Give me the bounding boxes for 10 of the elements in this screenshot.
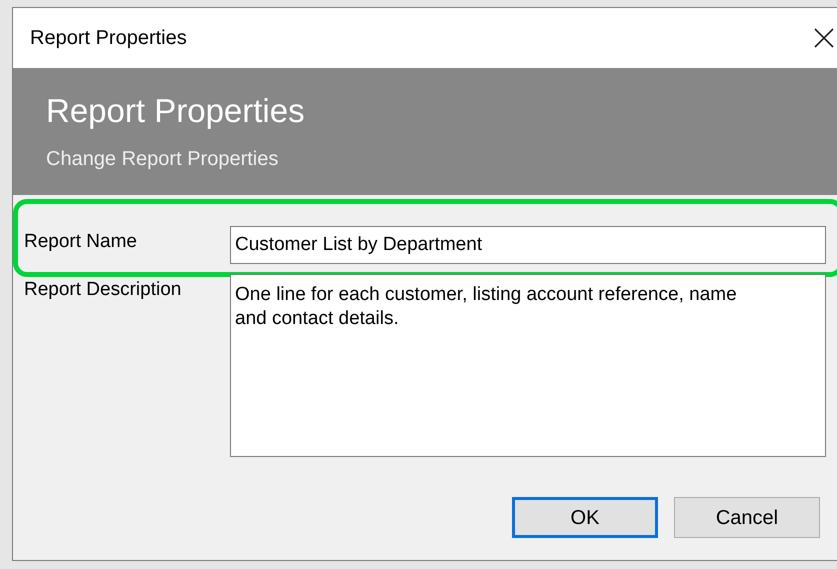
header-title: Report Properties <box>46 91 305 131</box>
name-field[interactable]: Customer List by Department <box>230 226 826 264</box>
field-label: Report Description <box>23 278 182 302</box>
dialog-button[interactable]: OK <box>512 497 658 538</box>
field-label: Report Name <box>23 230 138 254</box>
description-field[interactable]: One line for each customer, listing account reference, name and contact details. <box>230 274 826 457</box>
dialog-button[interactable]: Cancel <box>674 497 820 538</box>
window-title: Report Properties <box>30 26 187 51</box>
close-icon <box>814 28 834 48</box>
header-subtitle: Change Report Properties <box>46 147 278 172</box>
